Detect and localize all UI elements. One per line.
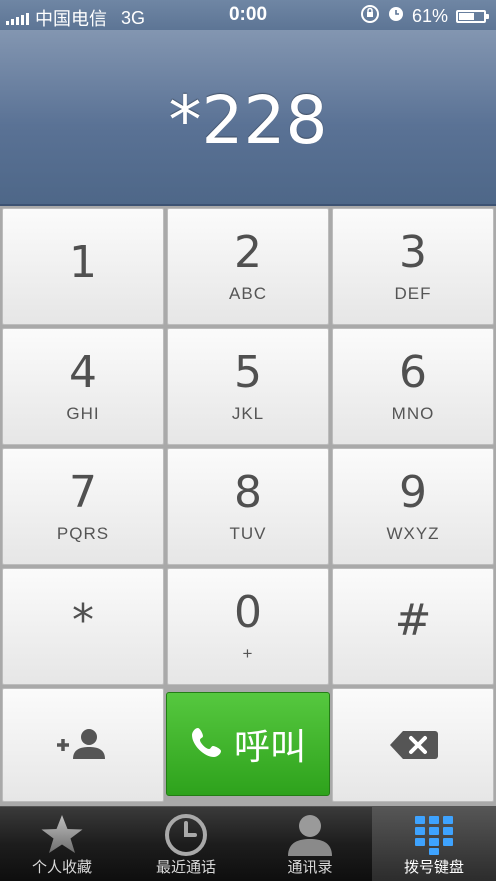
- call-button[interactable]: 呼叫: [166, 692, 330, 796]
- key-0[interactable]: 0 +: [167, 568, 329, 685]
- dialed-number-display: *228: [0, 30, 496, 206]
- tab-contacts[interactable]: 通讯录: [248, 807, 372, 881]
- dialed-number: *228: [168, 82, 328, 159]
- key-digit: 6: [399, 347, 427, 398]
- key-digit: 9: [399, 467, 427, 518]
- tab-label: 通讯录: [287, 859, 333, 876]
- backspace-icon: [389, 729, 439, 766]
- key-9[interactable]: 9 WXYZ: [332, 448, 494, 565]
- key-digit: 7: [69, 467, 97, 518]
- key-digit: *: [72, 595, 94, 646]
- key-letters: WXYZ: [386, 524, 440, 543]
- status-right: 61%: [360, 4, 489, 29]
- rotation-lock-icon: [360, 4, 380, 29]
- tab-label: 个人收藏: [31, 859, 92, 876]
- call-button-label: 呼叫: [233, 727, 306, 768]
- alarm-clock-icon: [388, 6, 404, 27]
- key-letters: JKL: [231, 404, 265, 423]
- key-letters: TUV: [229, 524, 267, 543]
- tab-bar: 个人收藏 最近通话 通讯录 拨号键盘: [0, 806, 496, 881]
- key-6[interactable]: 6 MNO: [332, 328, 494, 445]
- add-contact-icon: [53, 725, 113, 770]
- key-star[interactable]: *: [2, 568, 164, 685]
- tab-favorites[interactable]: 个人收藏: [0, 807, 124, 881]
- key-1[interactable]: 1: [2, 208, 164, 325]
- keypad-icon: [372, 811, 496, 859]
- clock-icon: [124, 811, 248, 859]
- key-7[interactable]: 7 PQRS: [2, 448, 164, 565]
- key-digit: 0: [234, 587, 262, 638]
- key-digit: 8: [234, 467, 262, 518]
- key-3[interactable]: 3 DEF: [332, 208, 494, 325]
- key-hash[interactable]: #: [332, 568, 494, 685]
- key-letters: MNO: [391, 404, 435, 423]
- add-contact-button[interactable]: [2, 688, 164, 802]
- tab-recents[interactable]: 最近通话: [124, 807, 248, 881]
- key-letters: +: [242, 644, 254, 663]
- key-letters: DEF: [394, 284, 432, 303]
- tab-keypad[interactable]: 拨号键盘: [372, 807, 496, 881]
- key-4[interactable]: 4 GHI: [2, 328, 164, 445]
- contacts-icon: [248, 811, 372, 859]
- status-bar: 中国电信 3G 0:00 61%: [0, 0, 496, 30]
- key-digit: 4: [69, 347, 97, 398]
- key-digit: #: [394, 595, 432, 646]
- key-letters: PQRS: [56, 524, 110, 543]
- key-2[interactable]: 2 ABC: [167, 208, 329, 325]
- dial-keypad: 1 2 ABC 3 DEF 4 GHI 5 JKL 6 MNO 7 PQRS 8…: [0, 206, 496, 806]
- tab-label: 拨号键盘: [403, 859, 464, 876]
- battery-icon: [456, 10, 489, 23]
- key-8[interactable]: 8 TUV: [167, 448, 329, 565]
- star-icon: [0, 811, 124, 859]
- key-digit: 1: [69, 237, 97, 288]
- key-letters: GHI: [66, 404, 100, 423]
- key-digit: 5: [234, 347, 262, 398]
- battery-percent: 61%: [411, 6, 448, 26]
- delete-button[interactable]: [332, 688, 494, 802]
- key-letters: ABC: [229, 284, 267, 303]
- tab-label: 最近通话: [155, 859, 216, 876]
- key-5[interactable]: 5 JKL: [167, 328, 329, 445]
- key-digit: 3: [399, 227, 427, 278]
- phone-icon: [190, 725, 224, 764]
- key-digit: 2: [234, 227, 262, 278]
